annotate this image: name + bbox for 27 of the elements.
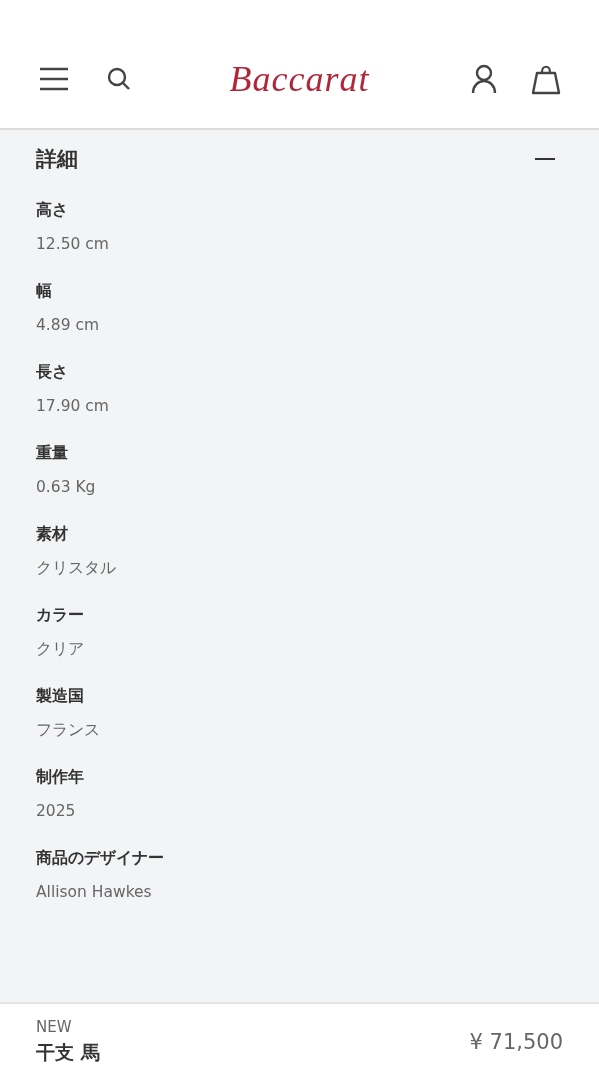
new-label: NEW [36, 1018, 73, 1036]
spec-value: フランス [36, 720, 101, 740]
spec-label: 高さ [36, 200, 69, 220]
brand-logo[interactable]: Baccarat [229, 58, 370, 100]
spec-label: 制作年 [36, 767, 85, 787]
spec-label: 重量 [36, 443, 69, 463]
spec-value: クリスタル [36, 558, 117, 578]
product-name: 干支 馬 [36, 1040, 100, 1065]
spec-value: 17.90 cm [36, 396, 110, 416]
spec-label: 製造国 [36, 686, 85, 706]
spec-value: クリア [36, 639, 85, 659]
menu-icon[interactable] [38, 66, 70, 92]
spec-value: 0.63 Kg [36, 477, 97, 497]
spec-value: 4.89 cm [36, 315, 101, 335]
search-icon[interactable] [106, 66, 132, 92]
bag-icon[interactable] [531, 63, 561, 95]
spec-label: 長さ [36, 362, 69, 382]
spec-label: 素材 [36, 524, 69, 544]
spec-label: 幅 [36, 281, 53, 301]
section-title: 詳細 [36, 146, 78, 173]
spec-label: 商品のデザイナー [36, 848, 165, 868]
spec-value: 2025 [36, 801, 77, 821]
product-price: ¥ 71,500 [469, 1030, 563, 1054]
spec-value: 12.50 cm [36, 234, 110, 254]
spec-label: カラー [36, 605, 85, 625]
account-icon[interactable] [471, 64, 497, 94]
spec-value: Allison Hawkes [36, 882, 153, 902]
